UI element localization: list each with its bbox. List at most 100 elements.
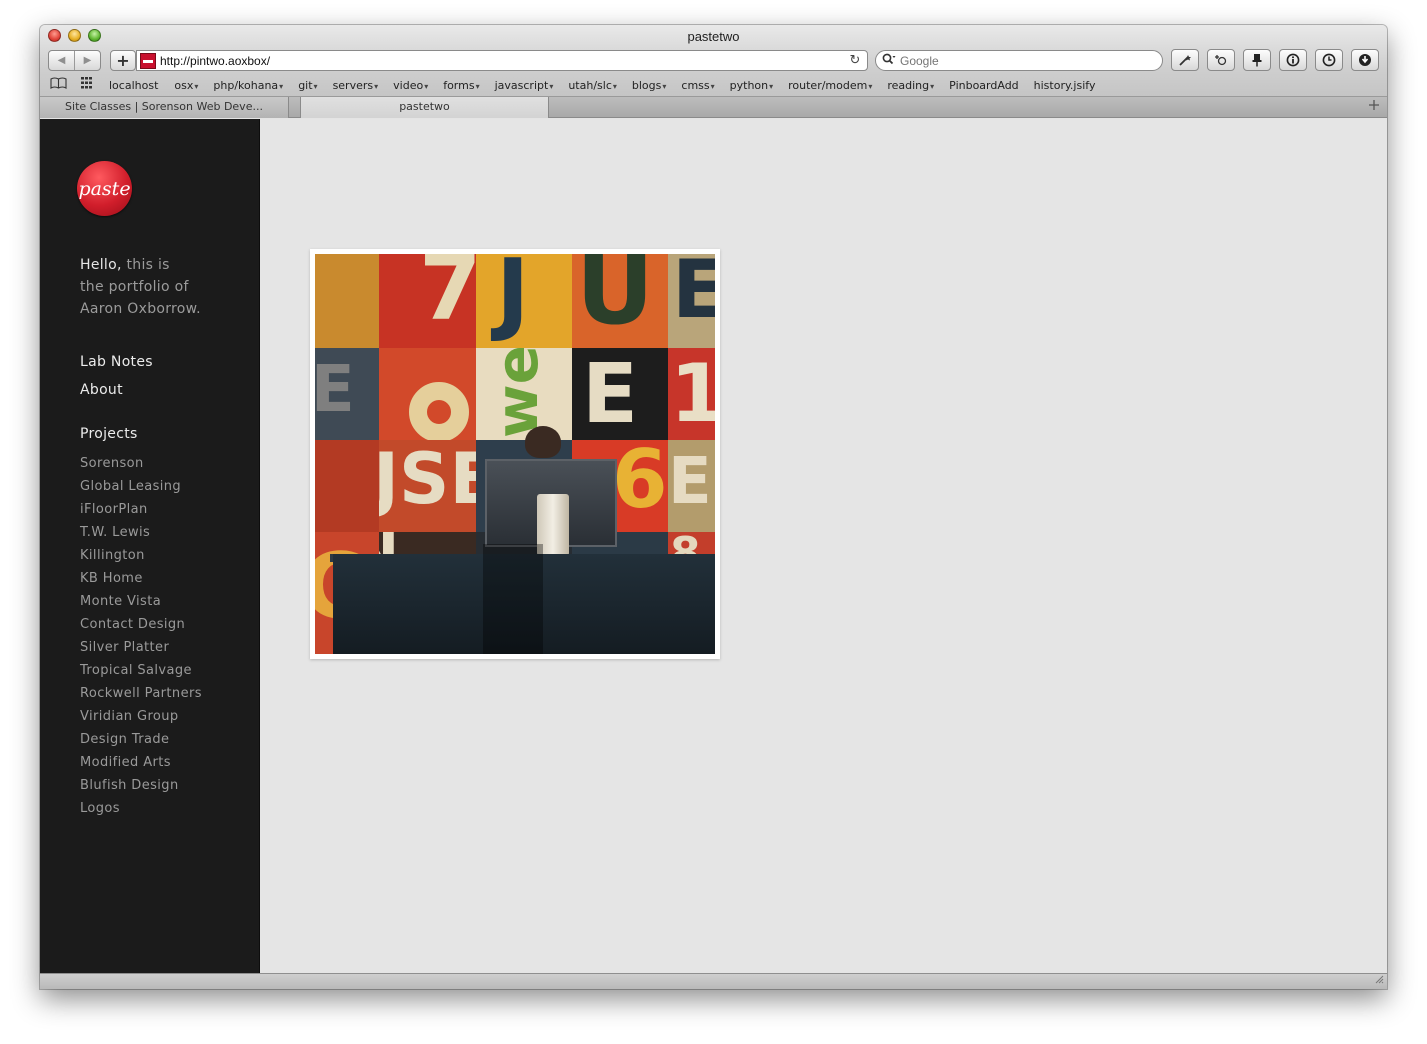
portfolio-photo-frame[interactable]: 7 J U E E we E 1 JSE 6 E C N [310, 249, 720, 659]
project-link[interactable]: Viridian Group [80, 705, 202, 728]
chevron-down-icon: ▾ [279, 81, 284, 91]
project-link[interactable]: Killington [80, 544, 202, 567]
project-link[interactable]: Global Leasing [80, 475, 202, 498]
project-link[interactable]: Logos [80, 797, 202, 820]
magnifier-icon [882, 53, 896, 68]
wall-tile [315, 440, 379, 532]
tool-button-1[interactable] [1171, 49, 1199, 71]
info-icon [1286, 53, 1300, 67]
back-arrow-icon: ◀ [57, 55, 66, 66]
bookmark-git[interactable]: git▾ [298, 79, 317, 92]
chevron-down-icon: ▾ [424, 81, 429, 91]
bookmark-cmss[interactable]: cmss▾ [681, 79, 714, 92]
book-icon[interactable] [50, 77, 67, 93]
window-title: pastetwo [687, 29, 740, 44]
browser-window: pastetwo ◀ ▶ + http://pintwo.aoxbox/ ↻ G… [40, 25, 1387, 989]
paste-logo[interactable]: paste [77, 161, 132, 216]
intro-line3: Aaron Oxborrow. [80, 301, 201, 317]
wall-tile [315, 254, 379, 348]
desk-shadow [483, 544, 543, 654]
bookmark-blogs[interactable]: blogs▾ [632, 79, 667, 92]
bookmark-history-jsify[interactable]: history.jsify [1034, 79, 1096, 92]
sidebar: paste Hello, this is the portfolio of Aa… [40, 119, 260, 973]
bookmark-utah-slc[interactable]: utah/slc▾ [568, 79, 617, 92]
bookmark-reading[interactable]: reading▾ [887, 79, 934, 92]
intro-line1: this is [121, 257, 170, 273]
bookmark-osx[interactable]: osx▾ [174, 79, 198, 92]
wand-icon [1179, 55, 1191, 66]
chevron-down-icon: ▾ [769, 81, 774, 91]
plus-icon: + [116, 51, 130, 70]
project-link[interactable]: Monte Vista [80, 590, 202, 613]
wall-tile: U [572, 254, 668, 348]
chevron-down-icon: ▾ [313, 81, 318, 91]
tool-button-2[interactable] [1207, 49, 1235, 71]
back-button[interactable]: ◀ [49, 51, 74, 70]
wall-tile: 7 [379, 254, 476, 348]
project-link[interactable]: Silver Platter [80, 636, 202, 659]
bookmark-php-kohana[interactable]: php/kohana▾ [213, 79, 283, 92]
bookmark-forms[interactable]: forms▾ [443, 79, 479, 92]
project-link[interactable]: Rockwell Partners [80, 682, 202, 705]
wall-glyph: U [576, 254, 654, 346]
project-link[interactable]: Tropical Salvage [80, 659, 202, 682]
search-input[interactable] [900, 53, 1140, 68]
tool-button-6[interactable] [1351, 49, 1379, 71]
forward-button[interactable]: ▶ [74, 51, 100, 70]
wall-glyph: 6 [612, 440, 668, 526]
bookmark-javascript[interactable]: javascript▾ [495, 79, 554, 92]
wall-tile: JSE [379, 440, 476, 532]
tool-button-4[interactable] [1279, 49, 1307, 71]
project-link[interactable]: KB Home [80, 567, 202, 590]
new-tab-plus-icon[interactable] [1369, 98, 1379, 114]
wall-glyph: E [315, 353, 355, 427]
project-link[interactable]: T.W. Lewis [80, 521, 202, 544]
chevron-down-icon: ▾ [710, 81, 715, 91]
status-bar [40, 973, 1387, 989]
bookmark-python[interactable]: python▾ [730, 79, 774, 92]
wall-tile: 1 [668, 348, 715, 440]
add-bookmark-button[interactable]: + [110, 50, 136, 71]
wall-tile: E [572, 348, 668, 440]
project-link[interactable]: Design Trade [80, 728, 202, 751]
url-text[interactable]: http://pintwo.aoxbox/ [160, 54, 847, 68]
person-head [525, 426, 561, 458]
tab-pastetwo[interactable]: pastetwo [300, 97, 549, 118]
sparkle-icon [1215, 55, 1227, 66]
project-link[interactable]: Blufish Design [80, 774, 202, 797]
bookmark-pinboardadd[interactable]: PinboardAdd [949, 79, 1018, 92]
wall-glyph: 7 [419, 254, 476, 341]
projects-list: Sorenson Global Leasing iFloorPlan T.W. … [80, 452, 202, 820]
bookmark-router-modem[interactable]: router/modem▾ [788, 79, 872, 92]
intro-line2: the portfolio of [80, 279, 189, 295]
project-link[interactable]: Modified Arts [80, 751, 202, 774]
resize-grip-icon[interactable] [1374, 974, 1384, 987]
address-bar[interactable]: http://pintwo.aoxbox/ ↻ [136, 50, 868, 71]
bookmark-video[interactable]: video▾ [393, 79, 428, 92]
bookmark-servers[interactable]: servers▾ [333, 79, 379, 92]
wall-glyph: J [496, 254, 530, 345]
wall-glyph: 1 [670, 348, 715, 440]
wall-tile: J [476, 254, 572, 348]
search-field[interactable] [875, 50, 1163, 71]
pin-icon [1252, 54, 1262, 67]
project-link[interactable]: Contact Design [80, 613, 202, 636]
tab-site-classes[interactable]: Site Classes | Sorenson Web Deve... [40, 97, 289, 118]
chevron-down-icon: ▾ [549, 81, 554, 91]
tool-button-3[interactable] [1243, 49, 1271, 71]
project-link[interactable]: iFloorPlan [80, 498, 202, 521]
wall-glyph: JSE [379, 440, 476, 520]
wall-tile: E [668, 440, 715, 532]
browser-toolbar: pastetwo ◀ ▶ + http://pintwo.aoxbox/ ↻ G… [40, 25, 1387, 97]
nav-lab-notes[interactable]: Lab Notes [80, 348, 153, 376]
extension-buttons [1171, 49, 1379, 71]
page-content: paste Hello, this is the portfolio of Aa… [40, 119, 1387, 973]
tool-button-5[interactable] [1315, 49, 1343, 71]
project-link[interactable]: Sorenson [80, 452, 202, 475]
chevron-down-icon: ▾ [475, 81, 480, 91]
bookmark-localhost[interactable]: localhost [109, 79, 159, 92]
wall-shape [409, 382, 469, 440]
nav-about[interactable]: About [80, 376, 153, 404]
reload-icon[interactable]: ↻ [847, 53, 863, 68]
top-sites-grid-icon[interactable] [81, 77, 95, 93]
